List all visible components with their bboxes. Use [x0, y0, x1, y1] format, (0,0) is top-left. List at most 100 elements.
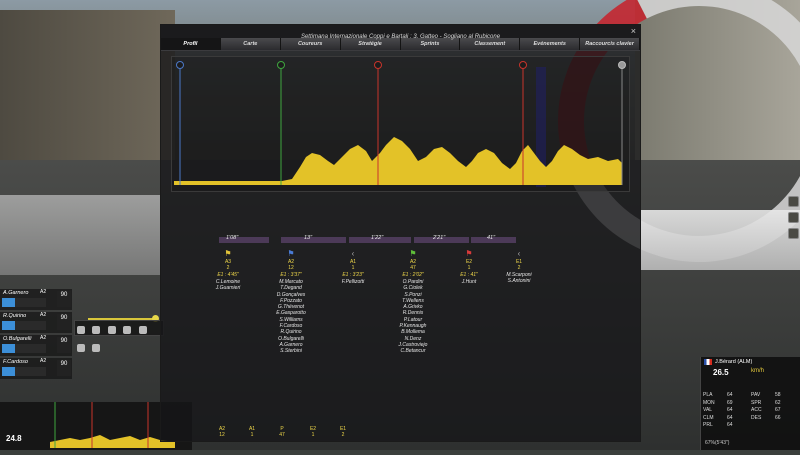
effort-value[interactable]: 90 — [57, 337, 71, 353]
action-toolbar — [74, 320, 164, 352]
group-column[interactable]: ⚑ A2 47 E1 : 2'02" O.Pardini G.Ciolek S.… — [383, 249, 443, 355]
gap-bar — [281, 237, 346, 243]
group-count: 1 — [351, 265, 355, 271]
summary-item[interactable]: P 47 — [273, 426, 291, 438]
group-rider[interactable]: F.Pellizotti — [323, 279, 383, 285]
group-icon: ⚑ — [224, 249, 232, 258]
icon-a[interactable] — [788, 196, 799, 207]
stats-row: PRL 64 — [703, 422, 733, 428]
france-flag-icon — [704, 359, 712, 365]
race-groups: 1'08" 13" 1'22" 2'21" 41" ⚑ A3 2 E1 : 4'… — [171, 235, 631, 385]
group-column[interactable]: ‹ E1 2 M.Scarponi S.Antonini — [489, 249, 549, 285]
group-rider[interactable]: S.Sterbini — [261, 348, 321, 354]
summary-item[interactable]: E1 2 — [334, 426, 352, 438]
rider-card[interactable]: J.Bérard (ALM) 26.5 km/h PLA 64 PAV 58 MON… — [700, 357, 800, 450]
rider-name: F.Cardoso — [3, 359, 28, 365]
icon-b[interactable] — [788, 212, 799, 223]
start-flag-icon — [176, 61, 184, 69]
card-energy: 67%(5'43") — [705, 440, 730, 446]
effort-value[interactable]: 90 — [57, 360, 71, 376]
group-summary-strip: A2 12 A1 1 P 47 E2 1 E1 2 — [161, 413, 640, 441]
rider-name: R.Quirino — [3, 313, 27, 319]
dialog-title: Settimana Internazionale Coppi e Bartali… — [300, 34, 501, 40]
tab-profil[interactable]: Profil — [161, 38, 221, 50]
rider-row[interactable]: F.Cardoso A2 90 — [0, 358, 72, 379]
team-code: A2 — [40, 358, 47, 364]
attack-icon[interactable] — [77, 326, 85, 334]
group-column[interactable]: ‹ A1 1 E1 : 3'23" F.Pellizotti — [323, 249, 383, 285]
climb-icon — [374, 61, 382, 69]
group-gap: E1 : 4'45" — [217, 272, 239, 278]
relay-icon[interactable] — [107, 326, 116, 334]
profile-dialog: Settimana Internazionale Coppi e Bartali… — [160, 24, 641, 442]
team-code: A2 — [40, 289, 47, 295]
group-count: 47 — [410, 265, 416, 271]
drink-icon[interactable] — [123, 326, 132, 334]
rider-name: A.Garnero — [3, 290, 29, 296]
group-icon: ⚑ — [409, 249, 417, 258]
stats-row: MON 69 SPR 62 — [703, 399, 781, 406]
stats-row: VAL 64 ACC 67 — [703, 407, 781, 413]
group-rider[interactable]: C.Betancur — [383, 348, 443, 354]
group-count: 12 — [288, 265, 294, 271]
building-left — [0, 10, 175, 160]
group-count: 2 — [517, 265, 521, 271]
close-button[interactable]: × — [631, 25, 636, 38]
energy-bar — [2, 321, 46, 330]
energy-bar — [2, 344, 46, 353]
barrier-right — [640, 210, 800, 270]
mini-speed: 24.8 — [6, 434, 22, 443]
stats-row: PLA 64 PAV 58 — [703, 392, 781, 398]
icon-c[interactable] — [788, 228, 799, 239]
card-speed-unit: km/h — [751, 368, 765, 374]
gap-label: 1'22" — [371, 235, 384, 241]
card-rider-name: J.Bérard (ALM) — [715, 359, 753, 365]
side-icons — [788, 196, 800, 244]
stats-row: CLM 64 DES 66 — [703, 414, 781, 421]
tab-evenements[interactable]: Evénements — [520, 38, 581, 50]
energy-bar — [2, 298, 46, 307]
summary-item[interactable]: E2 1 — [304, 426, 322, 438]
stats-table: PLA 64 PAV 58 MON 69 SPR 62 VAL 64 ACC 67 CLM 6… — [703, 392, 799, 430]
gap-label: 41" — [487, 235, 496, 241]
group-icon: ⚑ — [287, 249, 295, 258]
elevation-fill — [174, 137, 622, 185]
summary-item[interactable]: A1 1 — [243, 426, 261, 438]
finish-icon — [618, 61, 626, 69]
rider-list: A.Garnero A2 90 R.Quirino A2 90 O.Bulgar… — [0, 289, 72, 381]
rider-name: O.Bulgarelli — [3, 336, 32, 342]
sprint-icon — [277, 61, 285, 69]
rider-row[interactable]: O.Bulgarelli A2 90 — [0, 335, 72, 356]
group-gap: E1 : 3'37" — [280, 272, 302, 278]
group-column[interactable]: ⚑ A3 2 E1 : 4'45" C.Lemoine J.Guarnieri — [198, 249, 258, 292]
climb-icon — [519, 61, 527, 69]
dialog-title-bar: Settimana Internazionale Coppi e Bartali… — [161, 25, 640, 40]
stage-profile[interactable] — [171, 56, 630, 192]
rider-row[interactable]: R.Quirino A2 90 — [0, 312, 72, 333]
energy-bar — [2, 367, 46, 376]
group-rider[interactable]: J.Guarnieri — [198, 285, 258, 291]
group-rider[interactable]: S.Antonini — [489, 278, 549, 284]
pencil-icon[interactable] — [77, 344, 85, 352]
summary-item[interactable]: A2 12 — [213, 426, 231, 438]
follow-icon[interactable] — [92, 326, 101, 334]
group-gap: E1 : 3'23" — [342, 272, 364, 278]
gap-label: 1'08" — [226, 235, 239, 241]
group-gap: E1 : 2'02" — [402, 272, 424, 278]
tactic-icon[interactable] — [92, 344, 101, 352]
gap-label: 13" — [304, 235, 313, 241]
team-code: A2 — [40, 312, 47, 318]
group-icon: ‹ — [351, 249, 355, 258]
eat-icon[interactable] — [138, 326, 147, 334]
tab-raccourcis-clavier[interactable]: Raccourcis clavier — [580, 38, 640, 50]
tab-carte[interactable]: Carte — [220, 38, 281, 50]
effort-value[interactable]: 90 — [57, 314, 71, 330]
team-code: A2 — [40, 335, 47, 341]
group-count: 2 — [226, 265, 230, 271]
group-icon: ‹ — [517, 249, 521, 258]
effort-value[interactable]: 90 — [57, 291, 71, 307]
stage-profile-chart — [174, 61, 626, 185]
rider-row[interactable]: A.Garnero A2 90 — [0, 289, 72, 310]
barrier-left — [0, 195, 160, 275]
group-column[interactable]: ⚑ A2 12 E1 : 3'37" M.Marcato T.Degand D.… — [261, 249, 321, 355]
